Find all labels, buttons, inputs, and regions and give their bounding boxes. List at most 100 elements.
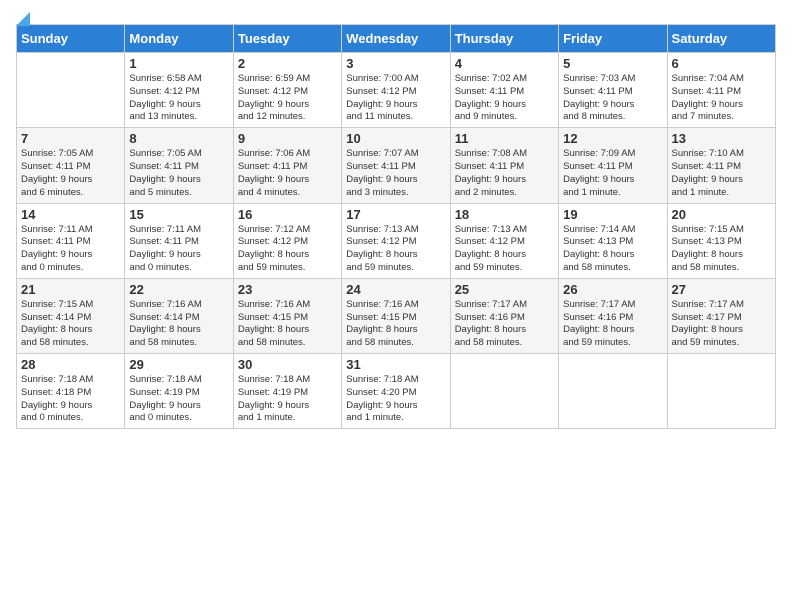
day-info: Sunrise: 7:17 AM Sunset: 4:17 PM Dayligh… (672, 299, 771, 350)
day-number: 30 (238, 357, 337, 372)
calendar-cell: 12 Sunrise: 7:09 AM Sunset: 4:11 PM Dayli… (559, 128, 667, 203)
day-number: 15 (129, 207, 228, 222)
calendar-cell: 17 Sunrise: 7:13 AM Sunset: 4:12 PM Dayli… (342, 203, 450, 278)
calendar-cell: 15 Sunrise: 7:11 AM Sunset: 4:11 PM Dayli… (125, 203, 233, 278)
calendar-cell: 5 Sunrise: 7:03 AM Sunset: 4:11 PM Daylig… (559, 53, 667, 128)
calendar-cell: 26 Sunrise: 7:17 AM Sunset: 4:16 PM Dayli… (559, 278, 667, 353)
day-info: Sunrise: 7:17 AM Sunset: 4:16 PM Dayligh… (455, 299, 554, 350)
day-info: Sunrise: 7:13 AM Sunset: 4:12 PM Dayligh… (455, 224, 554, 275)
day-info: Sunrise: 7:05 AM Sunset: 4:11 PM Dayligh… (129, 148, 228, 199)
day-info: Sunrise: 7:06 AM Sunset: 4:11 PM Dayligh… (238, 148, 337, 199)
day-number: 6 (672, 56, 771, 71)
day-number: 23 (238, 282, 337, 297)
day-info: Sunrise: 7:16 AM Sunset: 4:15 PM Dayligh… (346, 299, 445, 350)
col-header-monday: Monday (125, 25, 233, 53)
day-number: 26 (563, 282, 662, 297)
day-info: Sunrise: 7:17 AM Sunset: 4:16 PM Dayligh… (563, 299, 662, 350)
calendar-cell: 29 Sunrise: 7:18 AM Sunset: 4:19 PM Dayli… (125, 354, 233, 429)
day-number: 29 (129, 357, 228, 372)
day-number: 7 (21, 131, 120, 146)
day-info: Sunrise: 7:04 AM Sunset: 4:11 PM Dayligh… (672, 73, 771, 124)
day-number: 27 (672, 282, 771, 297)
day-info: Sunrise: 6:58 AM Sunset: 4:12 PM Dayligh… (129, 73, 228, 124)
day-info: Sunrise: 7:14 AM Sunset: 4:13 PM Dayligh… (563, 224, 662, 275)
day-number: 12 (563, 131, 662, 146)
day-info: Sunrise: 7:13 AM Sunset: 4:12 PM Dayligh… (346, 224, 445, 275)
calendar-cell: 21Sunrise: 7:15 AM Sunset: 4:14 PM Dayli… (17, 278, 125, 353)
calendar-cell: 18 Sunrise: 7:13 AM Sunset: 4:12 PM Dayli… (450, 203, 558, 278)
calendar-cell: 6 Sunrise: 7:04 AM Sunset: 4:11 PM Daylig… (667, 53, 775, 128)
col-header-tuesday: Tuesday (233, 25, 341, 53)
day-info: Sunrise: 7:18 AM Sunset: 4:18 PM Dayligh… (21, 374, 120, 425)
week-row-1: 1 Sunrise: 6:58 AM Sunset: 4:12 PM Daylig… (17, 53, 776, 128)
col-header-saturday: Saturday (667, 25, 775, 53)
col-header-friday: Friday (559, 25, 667, 53)
day-info: Sunrise: 7:11 AM Sunset: 4:11 PM Dayligh… (21, 224, 120, 275)
calendar-cell: 23 Sunrise: 7:16 AM Sunset: 4:15 PM Dayli… (233, 278, 341, 353)
calendar-cell: 11Sunrise: 7:08 AM Sunset: 4:11 PM Dayli… (450, 128, 558, 203)
day-number: 2 (238, 56, 337, 71)
day-number: 8 (129, 131, 228, 146)
calendar-cell: 30 Sunrise: 7:18 AM Sunset: 4:19 PM Dayli… (233, 354, 341, 429)
day-info: Sunrise: 7:16 AM Sunset: 4:14 PM Dayligh… (129, 299, 228, 350)
day-info: Sunrise: 7:12 AM Sunset: 4:12 PM Dayligh… (238, 224, 337, 275)
calendar-cell: 20 Sunrise: 7:15 AM Sunset: 4:13 PM Dayli… (667, 203, 775, 278)
day-info: Sunrise: 7:18 AM Sunset: 4:19 PM Dayligh… (238, 374, 337, 425)
day-number: 17 (346, 207, 445, 222)
calendar-cell (17, 53, 125, 128)
calendar-cell: 22 Sunrise: 7:16 AM Sunset: 4:14 PM Dayli… (125, 278, 233, 353)
day-info: Sunrise: 7:05 AM Sunset: 4:11 PM Dayligh… (21, 148, 120, 199)
calendar-cell: 27 Sunrise: 7:17 AM Sunset: 4:17 PM Dayli… (667, 278, 775, 353)
calendar-table: SundayMondayTuesdayWednesdayThursdayFrid… (16, 24, 776, 429)
day-number: 16 (238, 207, 337, 222)
col-header-sunday: Sunday (17, 25, 125, 53)
day-info: Sunrise: 7:11 AM Sunset: 4:11 PM Dayligh… (129, 224, 228, 275)
calendar-header-row: SundayMondayTuesdayWednesdayThursdayFrid… (17, 25, 776, 53)
day-number: 25 (455, 282, 554, 297)
calendar-cell: 2 Sunrise: 6:59 AM Sunset: 4:12 PM Daylig… (233, 53, 341, 128)
day-number: 21 (21, 282, 120, 297)
day-info: Sunrise: 7:16 AM Sunset: 4:15 PM Dayligh… (238, 299, 337, 350)
calendar-cell: 3 Sunrise: 7:00 AM Sunset: 4:12 PM Daylig… (342, 53, 450, 128)
col-header-wednesday: Wednesday (342, 25, 450, 53)
day-number: 10 (346, 131, 445, 146)
day-number: 18 (455, 207, 554, 222)
day-info: Sunrise: 7:09 AM Sunset: 4:11 PM Dayligh… (563, 148, 662, 199)
day-info: Sunrise: 7:00 AM Sunset: 4:12 PM Dayligh… (346, 73, 445, 124)
week-row-4: 21Sunrise: 7:15 AM Sunset: 4:14 PM Dayli… (17, 278, 776, 353)
day-number: 14 (21, 207, 120, 222)
calendar-cell (559, 354, 667, 429)
day-number: 24 (346, 282, 445, 297)
calendar-cell (450, 354, 558, 429)
day-info: Sunrise: 7:18 AM Sunset: 4:19 PM Dayligh… (129, 374, 228, 425)
calendar-cell (667, 354, 775, 429)
week-row-3: 14 Sunrise: 7:11 AM Sunset: 4:11 PM Dayli… (17, 203, 776, 278)
day-info: Sunrise: 6:59 AM Sunset: 4:12 PM Dayligh… (238, 73, 337, 124)
calendar-cell: 9 Sunrise: 7:06 AM Sunset: 4:11 PM Daylig… (233, 128, 341, 203)
calendar-cell: 25 Sunrise: 7:17 AM Sunset: 4:16 PM Dayli… (450, 278, 558, 353)
calendar-cell: 1 Sunrise: 6:58 AM Sunset: 4:12 PM Daylig… (125, 53, 233, 128)
day-info: Sunrise: 7:07 AM Sunset: 4:11 PM Dayligh… (346, 148, 445, 199)
day-number: 11 (455, 131, 554, 146)
logo-arrow-icon (16, 12, 30, 26)
day-number: 20 (672, 207, 771, 222)
calendar-cell: 28 Sunrise: 7:18 AM Sunset: 4:18 PM Dayli… (17, 354, 125, 429)
col-header-thursday: Thursday (450, 25, 558, 53)
day-number: 22 (129, 282, 228, 297)
week-row-2: 7 Sunrise: 7:05 AM Sunset: 4:11 PM Daylig… (17, 128, 776, 203)
day-number: 1 (129, 56, 228, 71)
day-info: Sunrise: 7:03 AM Sunset: 4:11 PM Dayligh… (563, 73, 662, 124)
day-info: Sunrise: 7:18 AM Sunset: 4:20 PM Dayligh… (346, 374, 445, 425)
day-number: 13 (672, 131, 771, 146)
calendar-cell: 16 Sunrise: 7:12 AM Sunset: 4:12 PM Dayli… (233, 203, 341, 278)
calendar-cell: 4Sunrise: 7:02 AM Sunset: 4:11 PM Daylig… (450, 53, 558, 128)
day-number: 4 (455, 56, 554, 71)
calendar-cell: 19Sunrise: 7:14 AM Sunset: 4:13 PM Dayli… (559, 203, 667, 278)
day-number: 28 (21, 357, 120, 372)
calendar-cell: 7 Sunrise: 7:05 AM Sunset: 4:11 PM Daylig… (17, 128, 125, 203)
day-info: Sunrise: 7:15 AM Sunset: 4:13 PM Dayligh… (672, 224, 771, 275)
day-number: 3 (346, 56, 445, 71)
day-number: 5 (563, 56, 662, 71)
day-number: 9 (238, 131, 337, 146)
calendar-cell: 13Sunrise: 7:10 AM Sunset: 4:11 PM Dayli… (667, 128, 775, 203)
